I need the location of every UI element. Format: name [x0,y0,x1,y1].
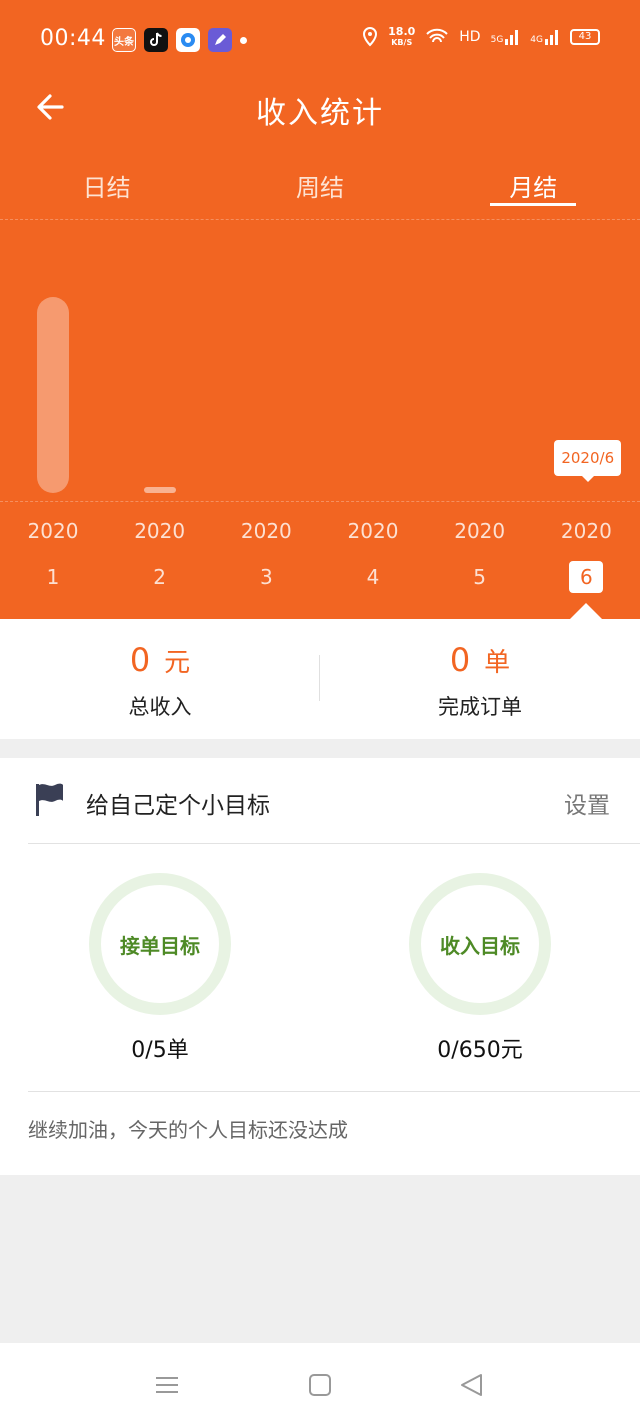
status-bar: 00:44 头条 18.0 KB/S HD 5G 4G 43 [0,0,640,80]
tiktok-app-icon [144,28,168,52]
page-title: 收入统计 [256,96,384,131]
battery-icon: 43 [570,29,600,45]
x-axis-tick[interactable]: 2020 4 [333,519,413,593]
system-nav-bar [0,1343,640,1422]
x-axis-month-label: 4 [366,565,380,589]
x-axis-year-label: 2020 [134,519,186,543]
chart-baseline [0,501,640,502]
goals-title: 给自己定个小目标 [86,793,270,819]
wifi-icon [426,28,448,43]
menu-icon[interactable] [153,1371,181,1399]
goals-card: 给自己定个小目标 设置 接单目标 0/5单 收入目标 0/650元 继续加油，今… [0,758,640,1175]
chart-bar[interactable] [37,297,69,493]
status-notification-icons: 头条 [112,28,247,52]
x-axis-year-label: 2020 [27,519,79,543]
x-axis-tick[interactable]: 2020 5 [440,519,520,593]
x-axis-year-label: 2020 [240,519,292,543]
status-indicators: 18.0 KB/S HD 5G 4G 43 [362,26,600,48]
x-axis-year-label: 2020 [454,519,506,543]
x-axis-month-label: 5 [473,565,487,589]
toutiao-app-icon: 头条 [112,28,136,52]
signal-4g-icon: 4G [530,29,560,45]
goals-header: 给自己定个小目标 设置 [28,758,640,844]
home-icon[interactable] [306,1371,334,1399]
completed-orders-value: 0 [449,641,471,679]
chart-top-divider [0,219,640,220]
income-summary: 0元 总收入 0单 完成订单 [0,619,640,739]
total-income: 0元 总收入 [0,641,320,721]
x-axis-month-label: 3 [259,565,273,589]
chart-tooltip: 2020/6 [554,440,622,482]
chart-bar[interactable] [143,487,176,493]
flag-icon [36,783,63,816]
back-icon[interactable] [458,1371,486,1399]
hd-indicator: HD [459,29,481,45]
order-goal-label: 接单目标 [120,933,200,958]
selected-month-pointer [570,603,602,619]
x-axis-tick[interactable]: 2020 3 [226,519,306,593]
x-axis-tick[interactable]: 2020 1 [13,519,93,593]
tab-daily[interactable]: 日结 [0,160,213,212]
tab-monthly[interactable]: 月结 [427,160,640,212]
x-axis-year-label: 2020 [347,519,399,543]
location-icon [363,27,378,47]
completed-orders: 0单 完成订单 [320,641,640,721]
order-goal-value: 0/5单 [131,1038,189,1063]
network-speed: 18.0 KB/S [388,25,416,47]
x-axis-year-label: 2020 [560,519,612,543]
x-axis-month-label: 2 [153,565,167,589]
total-income-label: 总收入 [128,695,192,719]
total-income-value: 0 [129,641,151,679]
pencil-app-icon [208,28,232,52]
x-axis-tick[interactable]: 2020 2 [120,519,200,593]
income-goal-ring[interactable]: 收入目标 [409,873,551,1015]
completed-orders-label: 完成订单 [438,695,522,719]
total-income-unit: 元 [164,648,191,678]
x-axis-month-label: 1 [46,565,60,589]
order-goal-ring[interactable]: 接单目标 [89,873,231,1015]
x-axis-month-label: 6 [569,561,604,593]
x-axis-tick[interactable]: 2020 6 [546,519,626,593]
tab-weekly[interactable]: 周结 [213,160,426,212]
signal-5g-icon: 5G [491,29,521,45]
completed-orders-unit: 单 [484,648,511,678]
income-goal-value: 0/650元 [437,1038,523,1063]
income-goal-label: 收入目标 [440,933,520,958]
goals-settings-button[interactable]: 设置 [564,786,610,820]
status-time: 00:44 [40,26,106,51]
more-notifications-dot [240,36,247,44]
goals-status-text: 继续加油，今天的个人目标还没达成 [28,1091,640,1143]
browser-app-icon [176,28,200,52]
period-tabs: 日结 周结 月结 [0,160,640,212]
